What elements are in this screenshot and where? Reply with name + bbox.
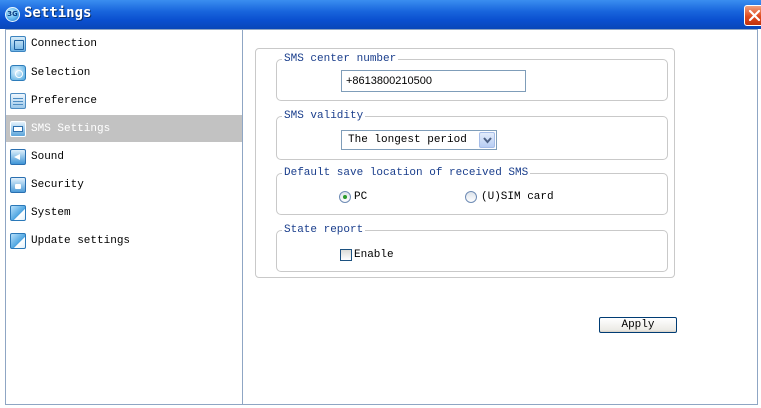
security-icon	[10, 176, 26, 193]
enable-checkbox[interactable]	[340, 249, 352, 261]
enable-checkbox-label: Enable	[354, 249, 394, 261]
title-bar[interactable]: 3G Settings	[0, 0, 761, 29]
settings-sidebar: Connection Selection Preference SMS Sett…	[5, 29, 243, 405]
sidebar-item-label: Preference	[31, 94, 98, 107]
sidebar-item-security[interactable]: Security	[6, 171, 242, 198]
system-icon	[10, 204, 26, 221]
update-icon	[10, 232, 26, 249]
sidebar-item-selection[interactable]: Selection	[6, 59, 242, 86]
sidebar-item-label: Connection	[31, 37, 98, 50]
chevron-down-icon	[483, 137, 492, 144]
sidebar-item-update-settings[interactable]: Update settings	[6, 227, 242, 254]
sms-settings-group: SMS center number SMS validity The longe…	[255, 48, 675, 278]
sms-center-number-legend: SMS center number	[284, 53, 397, 65]
radio-usim-card[interactable]	[465, 191, 477, 203]
sidebar-item-label: Security	[31, 178, 84, 191]
state-report-legend: State report	[284, 224, 364, 236]
close-icon	[748, 9, 761, 22]
sidebar-item-system[interactable]: System	[6, 199, 242, 226]
app-logo-icon: 3G	[5, 7, 20, 22]
radio-pc[interactable]	[339, 191, 351, 203]
sidebar-item-label: SMS Settings	[31, 122, 111, 135]
sms-validity-legend: SMS validity	[284, 110, 364, 122]
state-report-group: State report	[276, 224, 668, 272]
sms-settings-panel: SMS center number SMS validity The longe…	[243, 29, 758, 405]
apply-button[interactable]: Apply	[599, 317, 677, 333]
sms-icon	[10, 120, 26, 137]
radio-pc-label: PC	[354, 191, 368, 203]
selection-icon	[10, 64, 26, 81]
dropdown-button[interactable]	[479, 132, 495, 148]
close-button[interactable]	[744, 5, 761, 26]
sms-validity-select[interactable]: The longest period	[341, 130, 497, 150]
sidebar-item-preference[interactable]: Preference	[6, 87, 242, 114]
preference-icon	[10, 92, 26, 109]
sms-validity-value: The longest period	[348, 134, 467, 146]
connection-icon	[10, 35, 26, 52]
sidebar-item-connection[interactable]: Connection	[6, 30, 242, 57]
sidebar-item-label: Update settings	[31, 234, 131, 247]
sidebar-item-label: Selection	[31, 66, 91, 79]
radio-usim-card-label: (U)SIM card	[481, 191, 554, 203]
save-location-legend: Default save location of received SMS	[284, 167, 529, 179]
window-title: Settings	[24, 5, 92, 21]
sidebar-item-sound[interactable]: Sound	[6, 143, 242, 170]
sms-center-number-input[interactable]	[341, 70, 526, 92]
sidebar-item-label: Sound	[31, 150, 65, 163]
sidebar-item-sms-settings[interactable]: SMS Settings	[6, 115, 242, 142]
sidebar-item-label: System	[31, 206, 71, 219]
sound-icon	[10, 148, 26, 165]
